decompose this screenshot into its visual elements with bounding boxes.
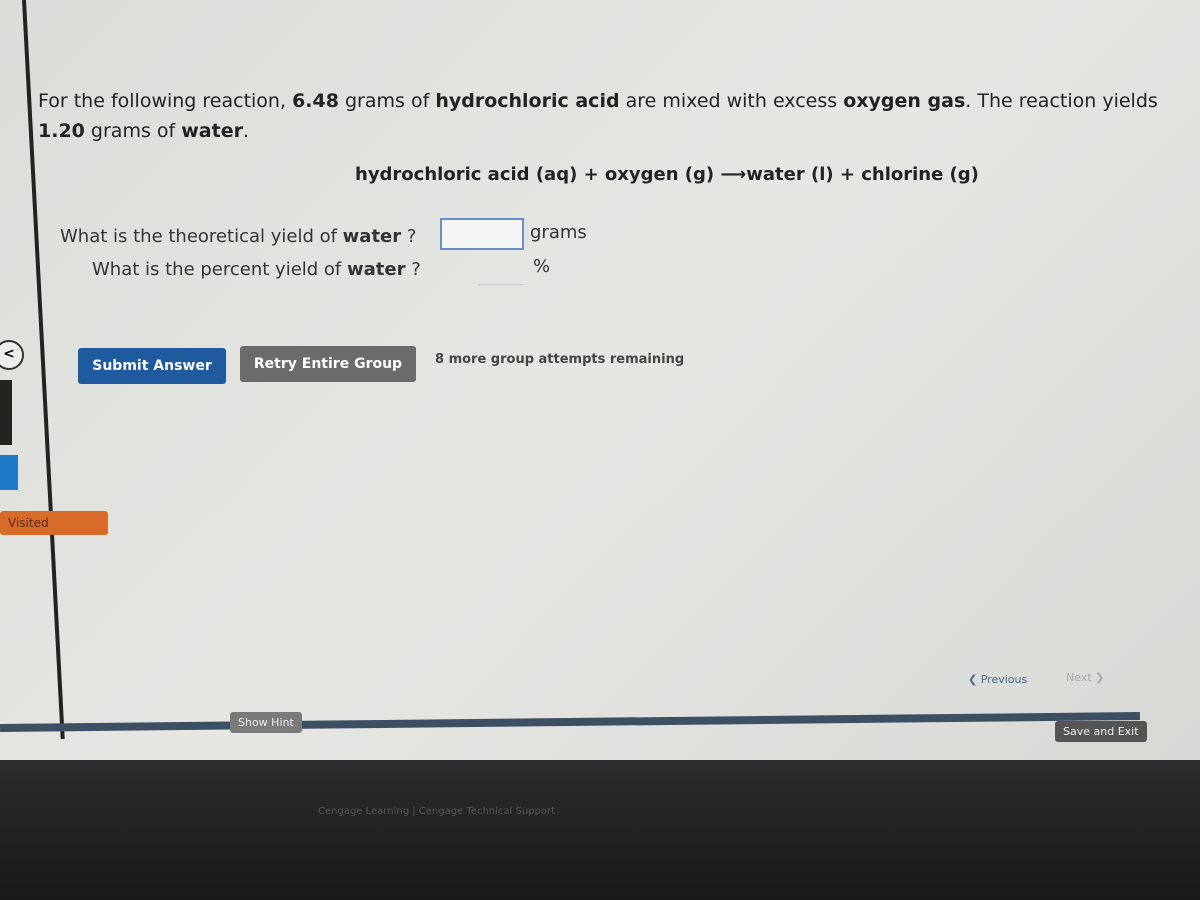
visited-badge[interactable]: Visited — [0, 511, 108, 535]
percent-yield-input[interactable] — [478, 256, 523, 285]
footer-links[interactable]: Cengage Learning | Cengage Technical Sup… — [318, 806, 555, 817]
sidebar-block-dark[interactable] — [0, 380, 12, 445]
reaction-equation: hydrochloric acid (aq) + oxygen (g) ⟶wat… — [355, 164, 979, 185]
theoretical-yield-input[interactable] — [440, 218, 524, 250]
show-hint-button[interactable]: Show Hint — [230, 712, 302, 733]
save-exit-button[interactable]: Save and Exit — [1055, 721, 1147, 742]
theoretical-yield-question: What is the theoretical yield of water ? — [60, 226, 417, 247]
percent-yield-question: What is the percent yield of water ? — [92, 259, 421, 280]
grams-unit: grams — [530, 222, 587, 243]
collapse-button[interactable]: < — [0, 340, 24, 370]
screen: < Visited For the following reaction, 6.… — [0, 0, 1200, 760]
percent-unit: % — [533, 256, 551, 277]
previous-button[interactable]: ❮ Previous — [968, 673, 1027, 686]
monitor-bezel — [0, 760, 1200, 900]
sidebar-block-blue[interactable] — [0, 455, 18, 490]
retry-group-button[interactable]: Retry Entire Group — [240, 346, 416, 382]
submit-answer-button[interactable]: Submit Answer — [78, 348, 226, 384]
question-prompt: For the following reaction, 6.48 grams o… — [38, 90, 1158, 142]
next-button[interactable]: Next ❯ — [1066, 671, 1104, 684]
attempts-remaining: 8 more group attempts remaining — [435, 352, 685, 367]
bottom-toolbar-divider — [0, 712, 1141, 732]
